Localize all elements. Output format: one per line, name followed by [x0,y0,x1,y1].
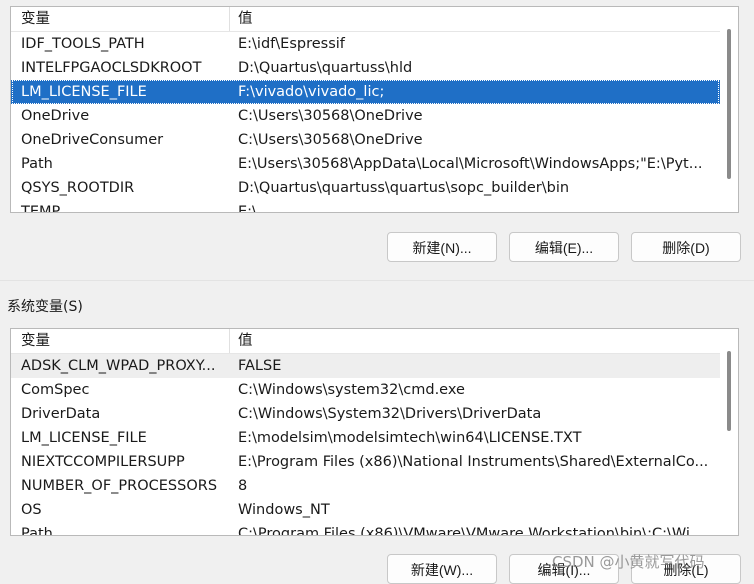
table-row[interactable]: DriverData C:\Windows\System32\Drivers\D… [11,402,720,426]
column-header-value[interactable]: 值 [230,7,720,31]
variable-value: D:\Quartus\quartuss\hld [238,60,413,76]
variable-value: C:\Windows\System32\Drivers\DriverData [238,406,542,422]
variable-value: FALSE [238,358,282,374]
scrollbar-thumb[interactable] [727,351,731,431]
table-row[interactable]: LM_LICENSE_FILE E:\modelsim\modelsimtech… [11,426,720,450]
user-edit-button[interactable]: 编辑(E)... [509,232,619,262]
user-variables-scrollbar[interactable] [720,7,738,212]
variable-value: E:\idf\Espressif [238,36,345,52]
user-new-button[interactable]: 新建(N)... [387,232,497,262]
system-variables-scrollbar[interactable] [720,329,738,535]
system-variables-list[interactable]: 变量 值 ADSK_CLM_WPAD_PROXY... FALSE ComSpe… [10,328,739,536]
table-row[interactable]: ADSK_CLM_WPAD_PROXY... FALSE [11,354,720,378]
user-variables-list[interactable]: 变量 值 IDF_TOOLS_PATH E:\idf\Espressif INT… [10,6,739,213]
watermark-text: CSDN @小黄就写代码 [552,553,705,571]
variable-name: LM_LICENSE_FILE [21,430,147,446]
table-row-selected[interactable]: LM_LICENSE_FILE F:\vivado\vivado_lic; [11,80,720,104]
variable-name: NUMBER_OF_PROCESSORS [21,478,218,494]
variable-value: F:\vivado\vivado_lic; [238,84,385,100]
variable-value: D:\Quartus\quartuss\quartus\sopc_builder… [238,180,570,196]
column-header-variable[interactable]: 变量 [11,329,230,353]
scrollbar-thumb[interactable] [727,29,731,179]
variable-name: LM_LICENSE_FILE [21,84,147,100]
variable-value: E:\... [238,204,271,212]
variable-name: IDF_TOOLS_PATH [21,36,145,52]
table-row[interactable]: INTELFPGAOCLSDKROOT D:\Quartus\quartuss\… [11,56,720,80]
system-variables-title: 系统变量(S) [7,299,83,315]
variable-name: OneDriveConsumer [21,132,164,148]
variable-name: QSYS_ROOTDIR [21,180,135,196]
variable-value: C:\Program Files (x86)\VMware\VMware Wor… [238,526,704,535]
variable-name: DriverData [21,406,101,422]
variable-name: Path [21,156,53,172]
table-row[interactable]: NIEXTCCOMPILERSUPP E:\Program Files (x86… [11,450,720,474]
system-new-button[interactable]: 新建(W)... [387,554,497,584]
table-row[interactable]: Path C:\Program Files (x86)\VMware\VMwar… [11,522,720,535]
table-row[interactable]: Path E:\Users\30568\AppData\Local\Micros… [11,152,720,176]
system-variables-header: 变量 值 [11,329,720,354]
table-row[interactable]: QSYS_ROOTDIR D:\Quartus\quartuss\quartus… [11,176,720,200]
variable-name: TEMP [21,204,61,212]
table-row[interactable]: OneDriveConsumer C:\Users\30568\OneDrive [11,128,720,152]
system-variables-rows: ADSK_CLM_WPAD_PROXY... FALSE ComSpec C:\… [11,354,720,535]
variable-value: Windows_NT [238,502,330,518]
variable-name: Path [21,526,53,535]
user-delete-button[interactable]: 删除(D) [631,232,741,262]
table-row[interactable]: ComSpec C:\Windows\system32\cmd.exe [11,378,720,402]
variable-name: NIEXTCCOMPILERSUPP [21,454,185,470]
user-variables-rows: IDF_TOOLS_PATH E:\idf\Espressif INTELFPG… [11,32,720,212]
table-row[interactable]: NUMBER_OF_PROCESSORS 8 [11,474,720,498]
variable-value: E:\Program Files (x86)\National Instrume… [238,454,709,470]
section-divider [0,280,754,281]
variable-name: OS [21,502,42,518]
table-row[interactable]: TEMP E:\... [11,200,720,212]
table-row[interactable]: IDF_TOOLS_PATH E:\idf\Espressif [11,32,720,56]
table-row[interactable]: OS Windows_NT [11,498,720,522]
column-header-variable[interactable]: 变量 [11,7,230,31]
table-row[interactable]: OneDrive C:\Users\30568\OneDrive [11,104,720,128]
variable-value: E:\Users\30568\AppData\Local\Microsoft\W… [238,156,703,172]
variable-name: OneDrive [21,108,90,124]
variable-value: E:\modelsim\modelsimtech\win64\LICENSE.T… [238,430,582,446]
variable-value: C:\Windows\system32\cmd.exe [238,382,465,398]
variable-value: C:\Users\30568\OneDrive [238,108,423,124]
user-variables-header: 变量 值 [11,7,720,32]
variable-name: INTELFPGAOCLSDKROOT [21,60,202,76]
column-header-value[interactable]: 值 [230,329,720,353]
variable-name: ComSpec [21,382,90,398]
variable-value: 8 [238,478,248,494]
variable-value: C:\Users\30568\OneDrive [238,132,423,148]
variable-name: ADSK_CLM_WPAD_PROXY... [21,358,216,374]
